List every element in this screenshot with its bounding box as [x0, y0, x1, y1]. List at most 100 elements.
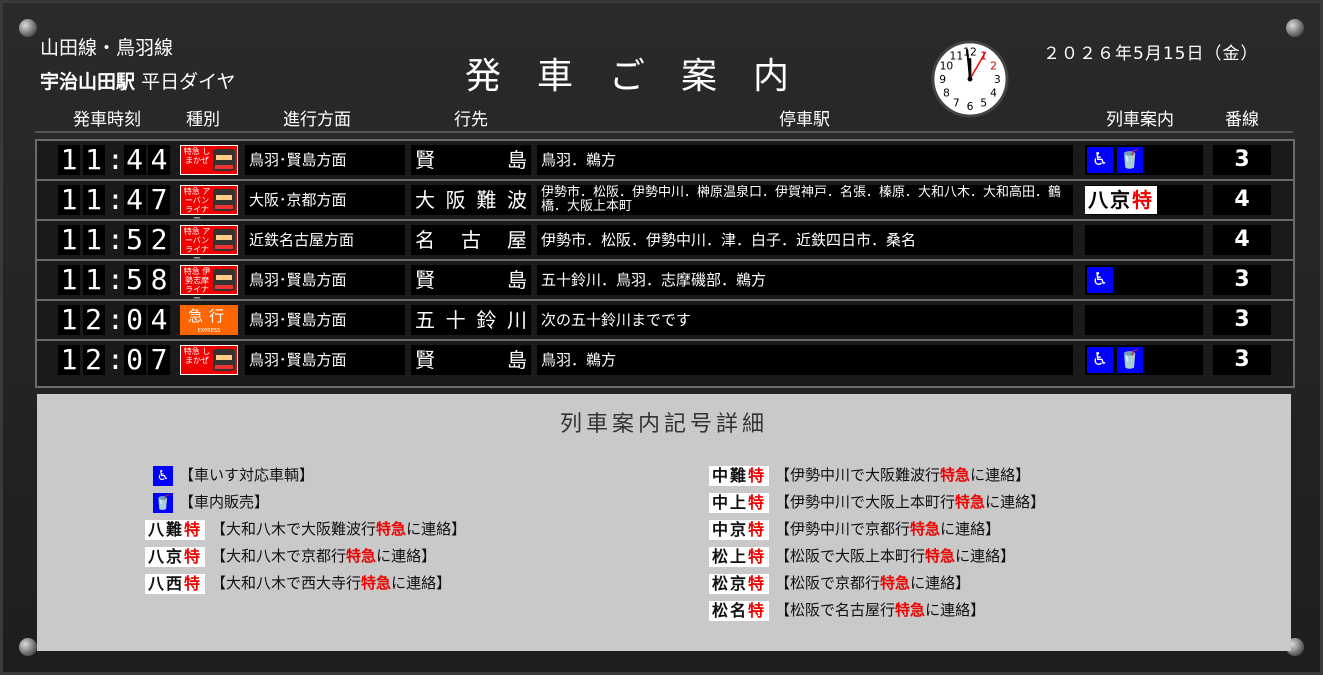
col-header-destination: 行先	[454, 110, 488, 130]
wheelchair-icon: ♿	[1087, 267, 1113, 293]
badge-suffix: 特	[748, 546, 767, 566]
legend-text-emph: 特急	[346, 547, 377, 565]
table-row: 1 1:4 4 特急 しまかぜ 鳥羽･賢島方面賢 島鳥羽．鵜方 ♿ 🥤 3	[37, 141, 1293, 181]
legend-text: 【大和八木で京都行	[211, 547, 347, 565]
clock-numeral: 5	[980, 96, 987, 109]
train-type-badge: 特急 アーバンライナー	[180, 225, 238, 263]
shop-icon: 🥤	[1117, 347, 1143, 373]
time-digit: 7	[148, 185, 170, 215]
destination-label: 賢 島	[411, 345, 531, 375]
legend-text-emph: 特急	[940, 466, 971, 484]
stops-label: 鳥羽．鵜方	[537, 345, 1073, 375]
clock-numeral: 12	[963, 46, 977, 59]
legend-text-emph: 特急	[955, 493, 986, 511]
table-row: 1 1:5 8 特急 伊勢志摩ライナー 鳥羽･賢島方面賢 島五十鈴川．鳥羽．志摩磯部．鵜…	[37, 261, 1293, 303]
badge-suffix: 特	[184, 573, 203, 593]
time-digit: 2	[82, 305, 105, 335]
badge-suffix: 特	[748, 573, 767, 593]
legend-text: 【松阪で大阪上本町行	[775, 547, 926, 565]
legend-badge: 八難特	[145, 519, 206, 540]
legend-badge: 中難特	[709, 465, 770, 486]
station-label: 宇治山田駅	[40, 71, 136, 93]
destination-label: 賢 島	[411, 265, 531, 295]
legend-text: に連絡】	[985, 493, 1046, 511]
time-digit: 5	[123, 265, 146, 295]
clock-numeral: 8	[943, 87, 950, 100]
departure-time: 12:07	[54, 345, 174, 375]
shop-icon: 🥤	[153, 492, 173, 513]
train-type-badge: 特急 しまかぜ	[180, 145, 238, 175]
legend-item: 八難特 【大和八木で大阪難波行特急に連絡】	[145, 518, 466, 540]
train-type-label: 特急 しまかぜ	[183, 347, 211, 365]
legend-text: に連絡】	[940, 520, 1001, 538]
departure-time: 11:44	[54, 145, 174, 175]
legend-item: 中上特 【伊勢中川で大阪上本町行特急に連絡】	[709, 491, 1045, 513]
col-header-stops: 停車駅	[779, 110, 830, 130]
limited-express-badge: 特急 しまかぜ	[180, 345, 238, 375]
legend-item: 🥤 【車内販売】	[153, 491, 269, 513]
legend-text: 【大和八木で大阪難波行	[211, 520, 377, 538]
legend-badge: 中京特	[709, 519, 770, 540]
col-header-time: 発車時刻	[73, 110, 141, 130]
track-number: 3	[1213, 305, 1271, 335]
clock-numeral: 3	[994, 73, 1001, 86]
time-digit: 1	[58, 345, 80, 375]
train-icon	[213, 229, 235, 251]
legend-item: 中難特 【伊勢中川で大阪難波行特急に連絡】	[709, 464, 1030, 486]
badge-suffix: 特	[1132, 188, 1154, 212]
time-digit: 1	[82, 185, 105, 215]
legend-text: 【松阪で名古屋行	[775, 601, 896, 619]
time-digit: 8	[148, 265, 170, 295]
legend-badge: 松京特	[709, 573, 770, 594]
legend-text: 【伊勢中川で大阪上本町行	[775, 493, 956, 511]
destination-label: 名古屋	[411, 225, 531, 255]
badge-suffix: 特	[748, 519, 767, 539]
legend-text: に連絡】	[925, 601, 986, 619]
legend-badge: 松上特	[709, 546, 770, 567]
time-digit: 1	[82, 225, 105, 255]
departure-table: 1 1:4 4 特急 しまかぜ 鳥羽･賢島方面賢 島鳥羽．鵜方 ♿ 🥤 3 1 1:4 7 特急 アー…	[35, 139, 1295, 388]
connection-badge: 八京特	[1085, 186, 1157, 214]
clock-numeral: 11	[950, 49, 964, 62]
time-digit: 0	[123, 345, 146, 375]
departure-board: 山田線・鳥羽線 宇治山田駅 平日ダイヤ 発車ご案内 ２０２６年5月15日（金） …	[0, 0, 1323, 675]
time-colon: :	[107, 303, 124, 336]
badge-suffix: 特	[184, 546, 203, 566]
train-info: ♿ 🥤	[1085, 345, 1203, 375]
time-colon: :	[107, 263, 124, 296]
legend-text: 【松阪で京都行	[775, 574, 881, 592]
time-digit: 1	[82, 265, 105, 295]
badge-text: 八西	[148, 573, 185, 593]
stops-label: 鳥羽．鵜方	[537, 145, 1073, 175]
table-row: 1 2:0 7 特急 しまかぜ 鳥羽･賢島方面賢 島鳥羽．鵜方 ♿ 🥤 3	[37, 341, 1293, 379]
track-number: 3	[1213, 265, 1271, 295]
destination-label: 大阪難波	[411, 185, 531, 215]
badge-text: 八京	[148, 546, 185, 566]
legend-text-emph: 特急	[895, 601, 926, 619]
track-number: 3	[1213, 145, 1271, 175]
train-type-badge: 特急 伊勢志摩ライナー	[180, 265, 238, 303]
badge-text: 八難	[148, 519, 185, 539]
legend-text-emph: 特急	[925, 547, 956, 565]
clock-numeral: 2	[990, 59, 997, 72]
clock-numeral: 9	[939, 73, 946, 86]
departure-time: 11:52	[54, 225, 174, 255]
corner-bolt	[19, 19, 37, 37]
col-header-direction: 進行方面	[283, 110, 351, 130]
train-type-badge: 急行 EXPRESS	[180, 305, 238, 335]
badge-suffix: 特	[184, 519, 203, 539]
train-info: ♿ 🥤	[1085, 145, 1203, 175]
corner-bolt	[1286, 19, 1304, 37]
legend-item: 八京特 【大和八木で京都行特急に連絡】	[145, 545, 436, 567]
analog-clock: 123456789101112	[931, 40, 1009, 118]
direction-label: 鳥羽･賢島方面	[245, 345, 405, 375]
time-digit: 0	[123, 305, 146, 335]
limited-express-badge: 特急 しまかぜ	[180, 145, 238, 175]
legend-text-emph: 特急	[910, 520, 941, 538]
time-colon: :	[107, 183, 124, 216]
track-number: 3	[1213, 345, 1271, 375]
badge-text: 松京	[712, 573, 749, 593]
time-colon: :	[107, 143, 124, 176]
express-sub: EXPRESS	[197, 328, 221, 334]
legend-text: に連絡】	[970, 466, 1031, 484]
